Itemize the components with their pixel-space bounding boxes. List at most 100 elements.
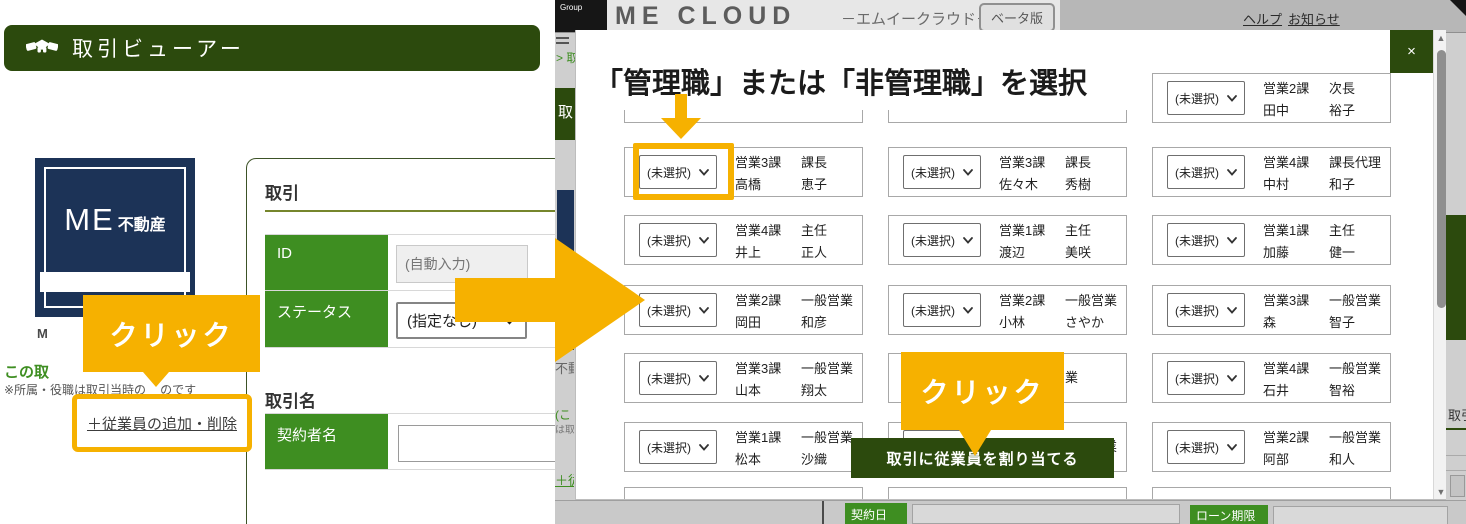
select-value: (未選択)	[1175, 232, 1219, 249]
callout-pointer-down-icon	[143, 372, 169, 387]
employee-info: 営業2課一般営業阿部和人	[1263, 427, 1399, 468]
employee-last-name: 田中	[1263, 100, 1329, 119]
employee-info: 営業1課主任渡辺美咲	[999, 220, 1135, 261]
employee-card: (未選択)営業2課一般営業阿部和人	[1152, 422, 1391, 472]
employee-card-empty	[888, 487, 1127, 500]
employee-first-name: 美咲	[1065, 242, 1135, 261]
employee-department: 営業3課	[999, 152, 1065, 171]
employee-last-name: 井上	[735, 242, 801, 261]
employee-department: 営業1課	[1263, 220, 1329, 239]
news-link[interactable]: お知らせ	[1288, 9, 1340, 28]
page-title: 取引ビューアー	[72, 33, 245, 63]
background-line	[1446, 455, 1466, 456]
chevron-down-icon	[1227, 91, 1237, 105]
close-icon[interactable]: ×	[1390, 30, 1433, 73]
chevron-down-icon	[963, 303, 973, 317]
employee-title: 主任	[1065, 220, 1135, 239]
chevron-down-icon	[1227, 303, 1237, 317]
background-box-fragment	[1450, 475, 1465, 497]
transaction-viewer-header: 取引ビューアー	[4, 25, 540, 71]
chevron-down-icon	[1227, 371, 1237, 385]
deal-heading-fragment: 取引	[1448, 405, 1466, 424]
add-link-fragment: ＋従	[555, 470, 574, 489]
employee-role-select[interactable]: (未選択)	[639, 223, 717, 257]
employee-info: 営業2課次長田中裕子	[1263, 78, 1399, 119]
employee-department: 営業2課	[1263, 78, 1329, 97]
deal-name-section-title: 取引名	[265, 387, 316, 412]
employee-department: 営業2課	[1263, 427, 1329, 446]
employee-role-select[interactable]: (未選択)	[1167, 81, 1245, 115]
select-value: (未選択)	[647, 164, 691, 181]
brand-subtitle: －エムイークラウド－	[841, 8, 991, 29]
employee-card-empty	[1152, 487, 1391, 500]
employee-role-select[interactable]: (未選択)	[639, 361, 717, 395]
chevron-down-icon	[699, 440, 709, 454]
employee-department: 営業1課	[735, 427, 801, 446]
contractor-label: 契約者名	[265, 414, 388, 469]
scroll-up-icon[interactable]: ▲	[1434, 33, 1446, 43]
employee-title: 次長	[1329, 78, 1399, 97]
employee-info: 営業1課主任加藤健一	[1263, 220, 1399, 261]
employee-role-select[interactable]: (未選択)	[639, 155, 717, 189]
employee-title: 一般営業	[801, 358, 871, 377]
employee-last-name: 岡田	[735, 312, 801, 331]
select-value: (未選択)	[911, 302, 955, 319]
employee-card: (未選択)営業4課課長代理中村和子	[1152, 147, 1391, 197]
employee-last-name: 加藤	[1263, 242, 1329, 261]
employee-last-name: 松本	[735, 449, 801, 468]
select-value: (未選択)	[647, 232, 691, 249]
contractor-name-input[interactable]	[398, 425, 560, 462]
breadcrumb-fragment: > 取	[556, 49, 575, 66]
note-small-fragment: は取	[555, 421, 574, 436]
employee-last-name: 中村	[1263, 174, 1329, 193]
modal-scrollbar: ▲ ▼	[1433, 30, 1446, 500]
employee-title: 課長	[801, 152, 871, 171]
add-remove-employees-link[interactable]: ＋従業員の追加・削除	[87, 413, 237, 434]
chevron-down-icon	[699, 371, 709, 385]
chevron-down-icon	[963, 233, 973, 247]
background-bottom-strip: 契約日 ローン期限	[555, 500, 1466, 524]
employee-card: (未選択)営業3課課長佐々木秀樹	[888, 147, 1127, 197]
employee-role-select[interactable]: (未選択)	[1167, 430, 1245, 464]
chevron-down-icon	[699, 165, 709, 179]
tutorial-arrow-right-icon	[455, 230, 647, 370]
employee-role-select[interactable]: (未選択)	[1167, 293, 1245, 327]
scroll-down-icon[interactable]: ▼	[1434, 487, 1446, 497]
click-callout-right: クリック	[901, 352, 1064, 430]
employee-card: (未選択)営業3課一般営業山本翔太	[624, 353, 863, 403]
select-value: (未選択)	[647, 302, 691, 319]
employee-role-select[interactable]: (未選択)	[639, 293, 717, 327]
employee-role-select[interactable]: (未選択)	[1167, 223, 1245, 257]
employee-department: 営業3課	[735, 358, 801, 377]
deal-name-table: 契約者名	[265, 413, 565, 470]
employee-role-select[interactable]: (未選択)	[903, 223, 981, 257]
help-link[interactable]: ヘルプ	[1243, 9, 1282, 28]
employee-title: 主任	[1329, 220, 1399, 239]
table-row-contractor: 契約者名	[265, 413, 565, 470]
chevron-down-icon	[963, 165, 973, 179]
employee-role-select[interactable]: (未選択)	[903, 155, 981, 189]
employee-title: 業	[1065, 367, 1135, 386]
employee-role-select[interactable]: (未選択)	[1167, 361, 1245, 395]
chevron-down-icon	[1227, 165, 1237, 179]
chevron-down-icon	[1227, 233, 1237, 247]
employee-role-select[interactable]: (未選択)	[639, 430, 717, 464]
select-value: (未選択)	[911, 232, 955, 249]
employee-last-name: 高橋	[735, 174, 801, 193]
employee-card: (未選択)営業3課一般営業森智子	[1152, 285, 1391, 335]
employee-first-name: 正人	[801, 242, 871, 261]
employee-title: 主任	[801, 220, 871, 239]
chevron-down-icon	[699, 303, 709, 317]
employee-title: 課長代理	[1329, 152, 1399, 171]
employee-first-name: 和彦	[801, 312, 871, 331]
loan-term-label: ローン期限	[1190, 505, 1268, 524]
scrollbar-thumb[interactable]	[1437, 50, 1446, 308]
group-logo: Group	[555, 0, 607, 32]
select-value: (未選択)	[1175, 302, 1219, 319]
contract-date-label: 契約日	[845, 503, 907, 524]
background-table-border	[822, 501, 824, 524]
employee-role-select[interactable]: (未選択)	[903, 293, 981, 327]
status-label: ステータス	[265, 291, 388, 347]
employee-role-select[interactable]: (未選択)	[1167, 155, 1245, 189]
select-value: (未選択)	[1175, 370, 1219, 387]
